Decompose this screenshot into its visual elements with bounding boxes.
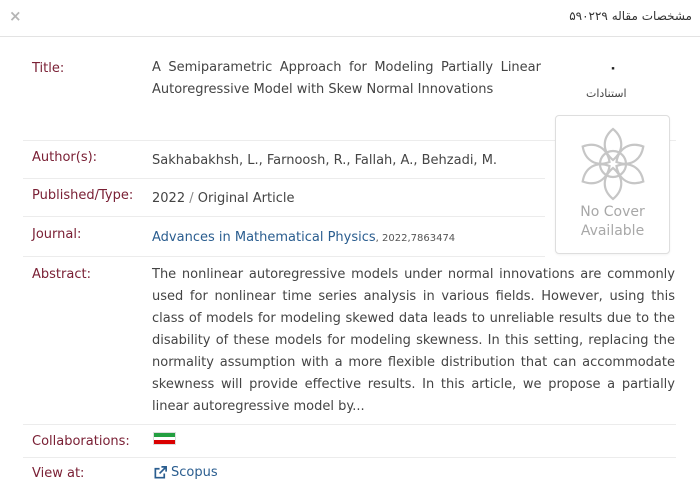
- published-separator: /: [189, 191, 194, 206]
- flower-placeholder-icon: [581, 127, 645, 201]
- title-value: A Semiparametric Approach for Modeling P…: [152, 60, 541, 97]
- authors-row: Author(s): Sakhabakhsh, L., Farnoosh, R.…: [23, 141, 545, 179]
- published-value: 2022 / Original Article: [152, 188, 294, 210]
- journal-link[interactable]: Advances in Mathematical Physics: [152, 230, 376, 245]
- no-cover-line1: No Cover: [580, 204, 645, 220]
- no-cover-text: No Cover Available: [556, 203, 669, 241]
- authors-value: Sakhabakhsh, L., Farnoosh, R., Fallah, A…: [152, 153, 498, 168]
- journal-label: Journal:: [32, 227, 82, 242]
- authors-label: Author(s):: [32, 150, 98, 165]
- published-label: Published/Type:: [32, 188, 134, 203]
- no-cover-line2: Available: [580, 223, 645, 239]
- dialog-header: × مشخصات مقاله ۵۹۰۲۲۹: [0, 0, 700, 37]
- view-at-label: View at:: [32, 466, 85, 481]
- citation-label: استنادات: [586, 87, 627, 100]
- cover-placeholder: No Cover Available: [555, 115, 670, 254]
- external-link-icon: [154, 466, 167, 479]
- collaborations-row: Collaborations:: [23, 425, 676, 458]
- close-icon[interactable]: ×: [9, 8, 23, 24]
- published-row: Published/Type: 2022 / Original Article: [23, 179, 545, 217]
- iran-flag-icon: [153, 432, 176, 445]
- journal-volume: , 2022,7863474: [375, 233, 456, 244]
- journal-row: Journal: Advances in Mathematical Physic…: [23, 217, 545, 257]
- journal-value: Advances in Mathematical Physics, 2022,7…: [152, 227, 455, 250]
- title-label: Title:: [32, 61, 65, 76]
- abstract-row: Abstract: The nonlinear autoregressive m…: [23, 257, 676, 425]
- citation-count: ۰: [608, 60, 618, 76]
- published-year: 2022: [152, 191, 186, 206]
- scopus-link-label: Scopus: [171, 465, 218, 480]
- view-at-row: View at: Scopus: [23, 458, 676, 490]
- abstract-value: The nonlinear autoregressive models unde…: [152, 267, 675, 414]
- collaborations-label: Collaborations:: [32, 434, 130, 449]
- dialog-title: مشخصات مقاله ۵۹۰۲۲۹: [569, 9, 692, 23]
- published-type: Original Article: [197, 191, 295, 206]
- abstract-label: Abstract:: [32, 267, 91, 282]
- scopus-link[interactable]: Scopus: [153, 465, 218, 480]
